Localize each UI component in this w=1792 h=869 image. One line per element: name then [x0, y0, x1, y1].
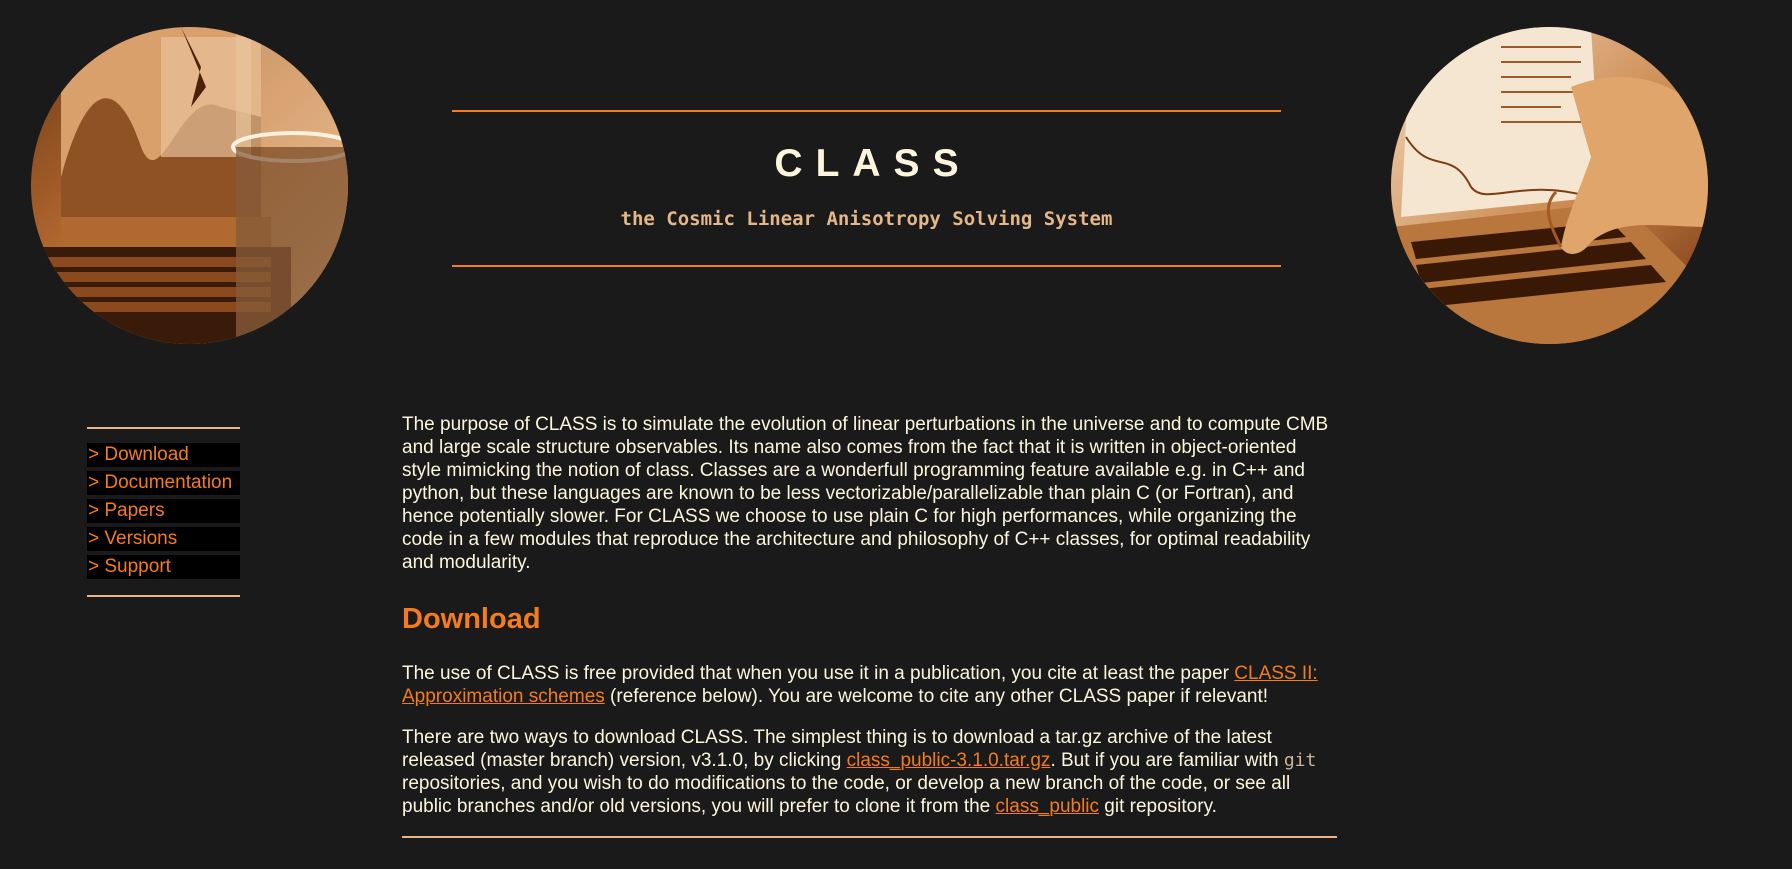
nav-item-documentation[interactable]: > Documentation — [87, 471, 240, 495]
nav-item-papers[interactable]: > Papers — [87, 499, 240, 523]
sidebar-nav: > Download > Documentation > Papers > Ve… — [87, 427, 240, 597]
citation-text-start: The use of CLASS is free provided that w… — [402, 663, 1235, 684]
download-text-4: git repository. — [1099, 796, 1217, 817]
nav-item-versions[interactable]: > Versions — [87, 527, 240, 551]
page: CLASS the Cosmic Linear Anisotropy Solvi… — [0, 0, 1792, 869]
download-paragraph: There are two ways to download CLASS. Th… — [402, 726, 1337, 818]
site-header: CLASS the Cosmic Linear Anisotropy Solvi… — [452, 110, 1281, 267]
intro-paragraph: The purpose of CLASS is to simulate the … — [402, 414, 1329, 573]
class-public-repo-link[interactable]: class_public — [996, 796, 1100, 817]
nav-item-download[interactable]: > Download — [87, 443, 240, 467]
main-content: The purpose of CLASS is to simulate the … — [402, 413, 1337, 838]
git-code: git — [1283, 750, 1317, 771]
citation-paragraph: The use of CLASS is free provided that w… — [402, 662, 1337, 708]
hand-typing-on-laptop-photo — [1391, 27, 1708, 344]
site-title: CLASS — [774, 142, 972, 185]
citation-text-end: (reference below). You are welcome to ci… — [604, 686, 1269, 707]
nav-item-support[interactable]: > Support — [87, 555, 240, 579]
site-subtitle: the Cosmic Linear Anisotropy Solving Sys… — [620, 208, 1113, 230]
download-text-2: . But if you are familiar with — [1050, 750, 1284, 771]
tarball-link[interactable]: class_public-3.1.0.tar.gz — [847, 750, 1051, 771]
section-divider — [402, 836, 1337, 838]
laptop-with-glass-photo — [31, 27, 348, 344]
download-heading: Download — [402, 603, 541, 635]
